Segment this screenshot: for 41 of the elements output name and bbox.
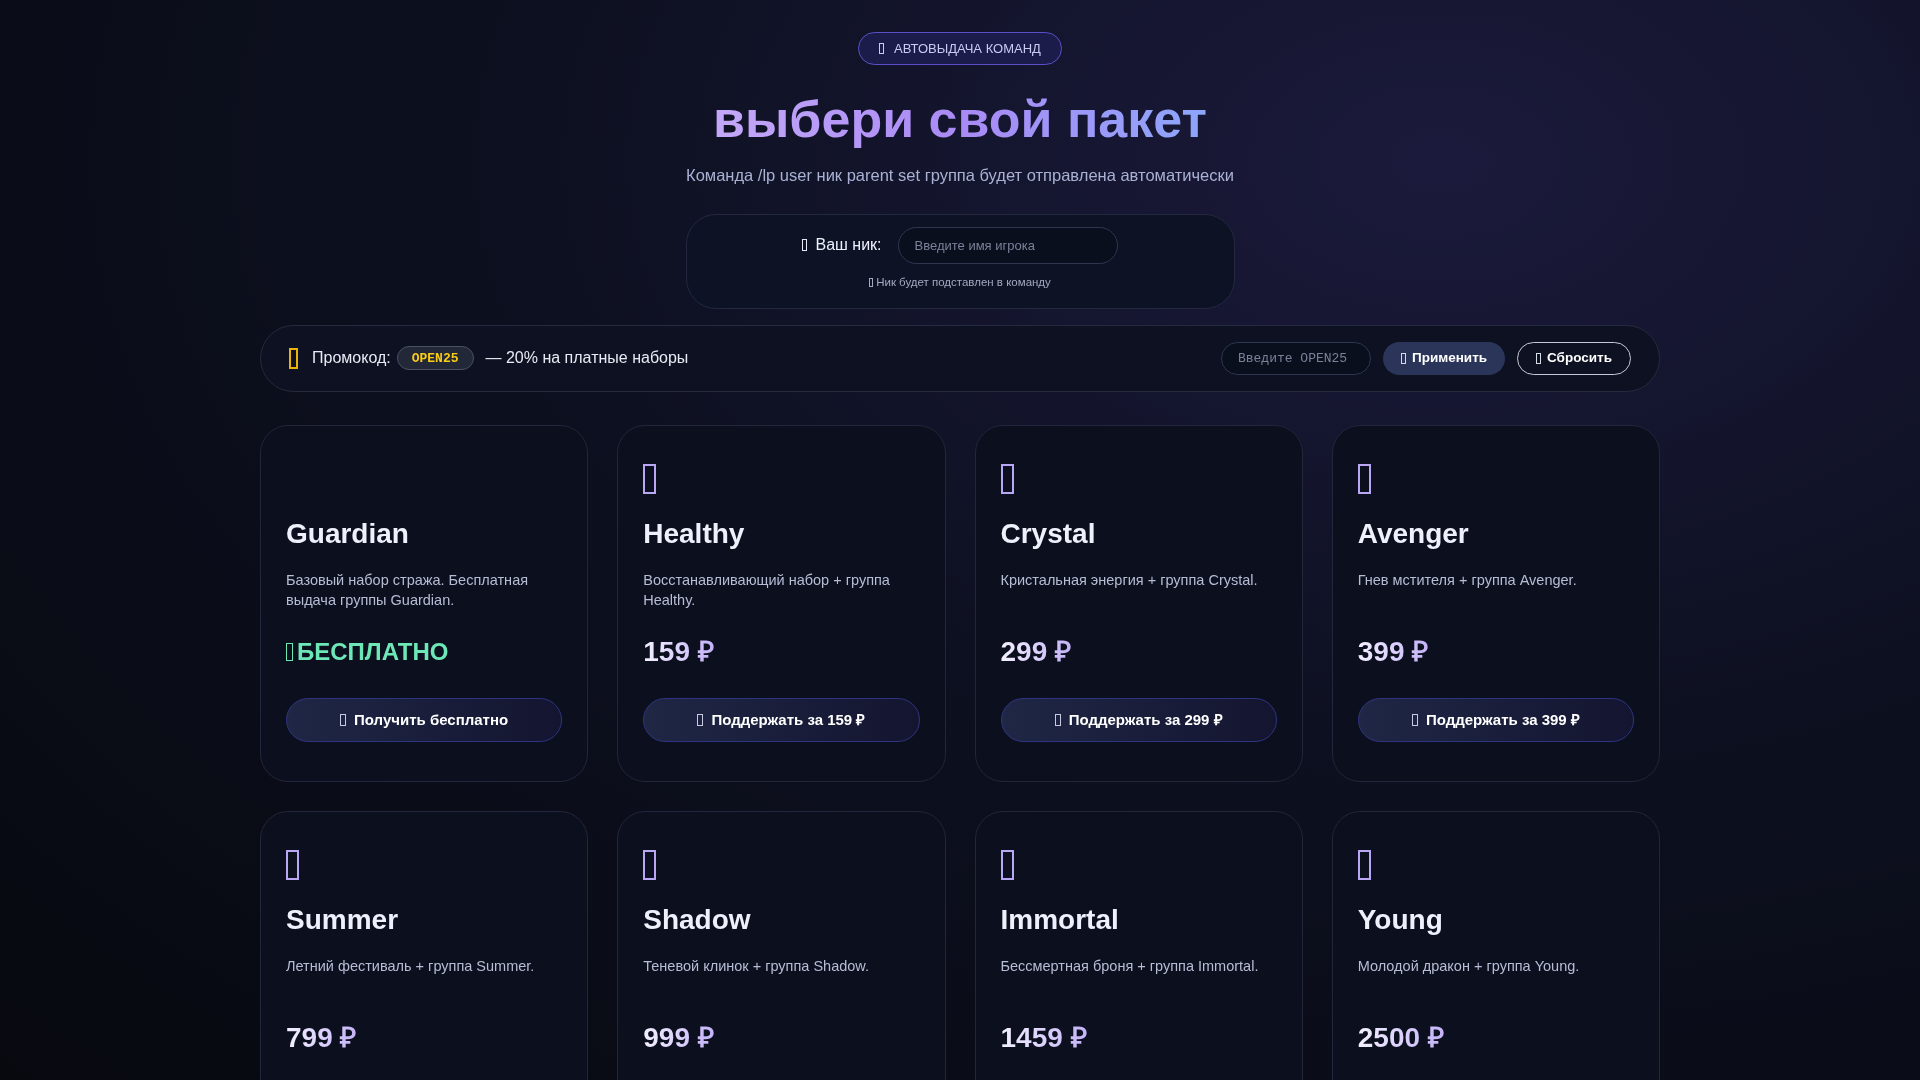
page-subtitle: Команда /lp user ник parent set группа будет отправлена автоматически [686,165,1234,186]
package-name: Shadow [643,902,752,937]
package-description: Теневой клинок + группа Shadow. [643,956,871,976]
missing-glyph-icon [869,277,874,287]
package-button[interactable]: Поддержать за 399 ₽ [1357,697,1634,742]
promo-input[interactable]: Введите OPEN25 [1220,341,1371,375]
missing-glyph-icon [1054,713,1061,726]
package-name: Immortal [1000,902,1120,937]
missing-glyph-icon [286,642,293,661]
package-description: Бессмертная броня + группа Immortal. [1000,956,1260,976]
missing-glyph-icon [1411,713,1418,726]
package-description: Молодой дракон + группа Young. [1357,956,1581,976]
package-name: Avenger [1357,516,1470,551]
missing-glyph-icon [697,713,704,726]
missing-glyph-icon [1536,352,1542,364]
missing-glyph-icon [289,347,298,369]
package-description: Гнев мстителя + группа Avenger. [1357,570,1578,590]
package-name: Healthy [643,516,746,551]
package-button[interactable]: Получить бесплатно [286,697,563,742]
package-name: Summer [286,902,400,937]
package-name: Guardian [286,516,410,551]
apply-button[interactable]: Применить [1382,341,1506,375]
package-description: Кристальная энергия + группа Crystal. [1000,570,1259,590]
package-name: Young [1357,902,1444,937]
nick-hint: Ник будет подставлен в команду [876,274,1051,290]
nick-input[interactable]: Введите имя игрока [897,226,1118,264]
package-price: БЕСПЛАТНО [297,636,449,667]
nick-label: Ваш ник: [815,235,882,256]
package-button[interactable]: Поддержать за 159 ₽ [643,697,920,742]
promo-label: Промокод: [312,348,391,369]
package-button[interactable]: Поддержать за 299 ₽ [1000,697,1277,742]
missing-glyph-icon [340,713,347,726]
missing-glyph-icon [802,239,808,252]
badge-label: АВТОВЫДАЧА КОМАНД [894,39,1041,58]
package-description: Базовый набор стража. Бесплатная выдача группы Guardian. [286,570,530,610]
promo-description: — 20% на платные наборы [485,348,689,369]
package-description: Восстанавливающий набор + группа Healthy. [643,570,891,610]
promo-code: OPEN25 [396,346,474,371]
package-name: Crystal [1000,516,1097,551]
package-description: Летний фестиваль + группа Summer. [286,956,536,976]
missing-glyph-icon [1400,352,1406,364]
